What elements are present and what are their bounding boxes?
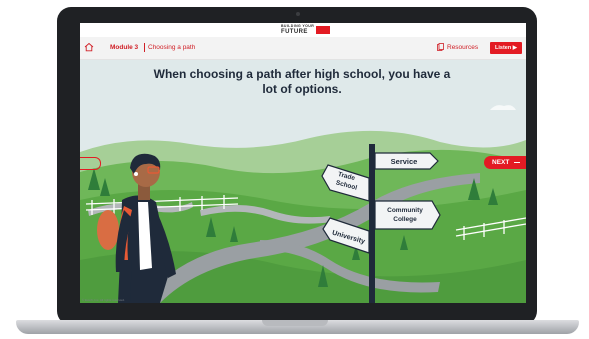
breadcrumb: Choosing a path — [148, 44, 196, 51]
sign-community-text-1: Community — [387, 207, 423, 214]
listen-label: Listen ▶ — [495, 45, 517, 51]
sign-service: Service — [374, 152, 439, 170]
resources-icon — [437, 43, 444, 51]
next-label: NEXT — [492, 159, 510, 166]
resources-label: Resources — [447, 43, 479, 51]
prev-button[interactable] — [80, 157, 101, 170]
course-screen: BUILDING YOUR FUTURE Module 3 Choosing a… — [80, 23, 526, 303]
sign-community-text-2: College — [393, 216, 417, 223]
logo-line2: FUTURE — [281, 28, 308, 35]
sign-community-college: Community College — [374, 200, 441, 230]
listen-button[interactable]: Listen ▶ — [490, 42, 522, 54]
resources-link[interactable]: Resources — [437, 43, 478, 51]
sign-post — [369, 144, 375, 303]
sign-service-text: Service — [391, 157, 418, 166]
next-button[interactable]: NEXT — [484, 156, 526, 169]
home-icon[interactable] — [84, 42, 94, 52]
breadcrumb-divider — [144, 43, 145, 52]
logo-badge — [316, 26, 331, 34]
laptop-base-notch — [262, 320, 328, 326]
brand-logo: BUILDING YOUR FUTURE — [281, 25, 331, 35]
page-headline: When choosing a path after high school, … — [142, 67, 462, 97]
logo-bar: BUILDING YOUR FUTURE — [80, 23, 526, 37]
headline-line-2: lot of options. — [262, 82, 342, 96]
headline-line-1: When choosing a path after high school, … — [153, 67, 451, 81]
top-nav: Module 3 Choosing a path Resources Liste… — [80, 37, 526, 60]
module-label: Module 3 — [110, 44, 139, 51]
laptop-camera — [296, 12, 300, 16]
footer-copyright: © Everfi, Inc. All rights reserved. — [82, 298, 125, 302]
